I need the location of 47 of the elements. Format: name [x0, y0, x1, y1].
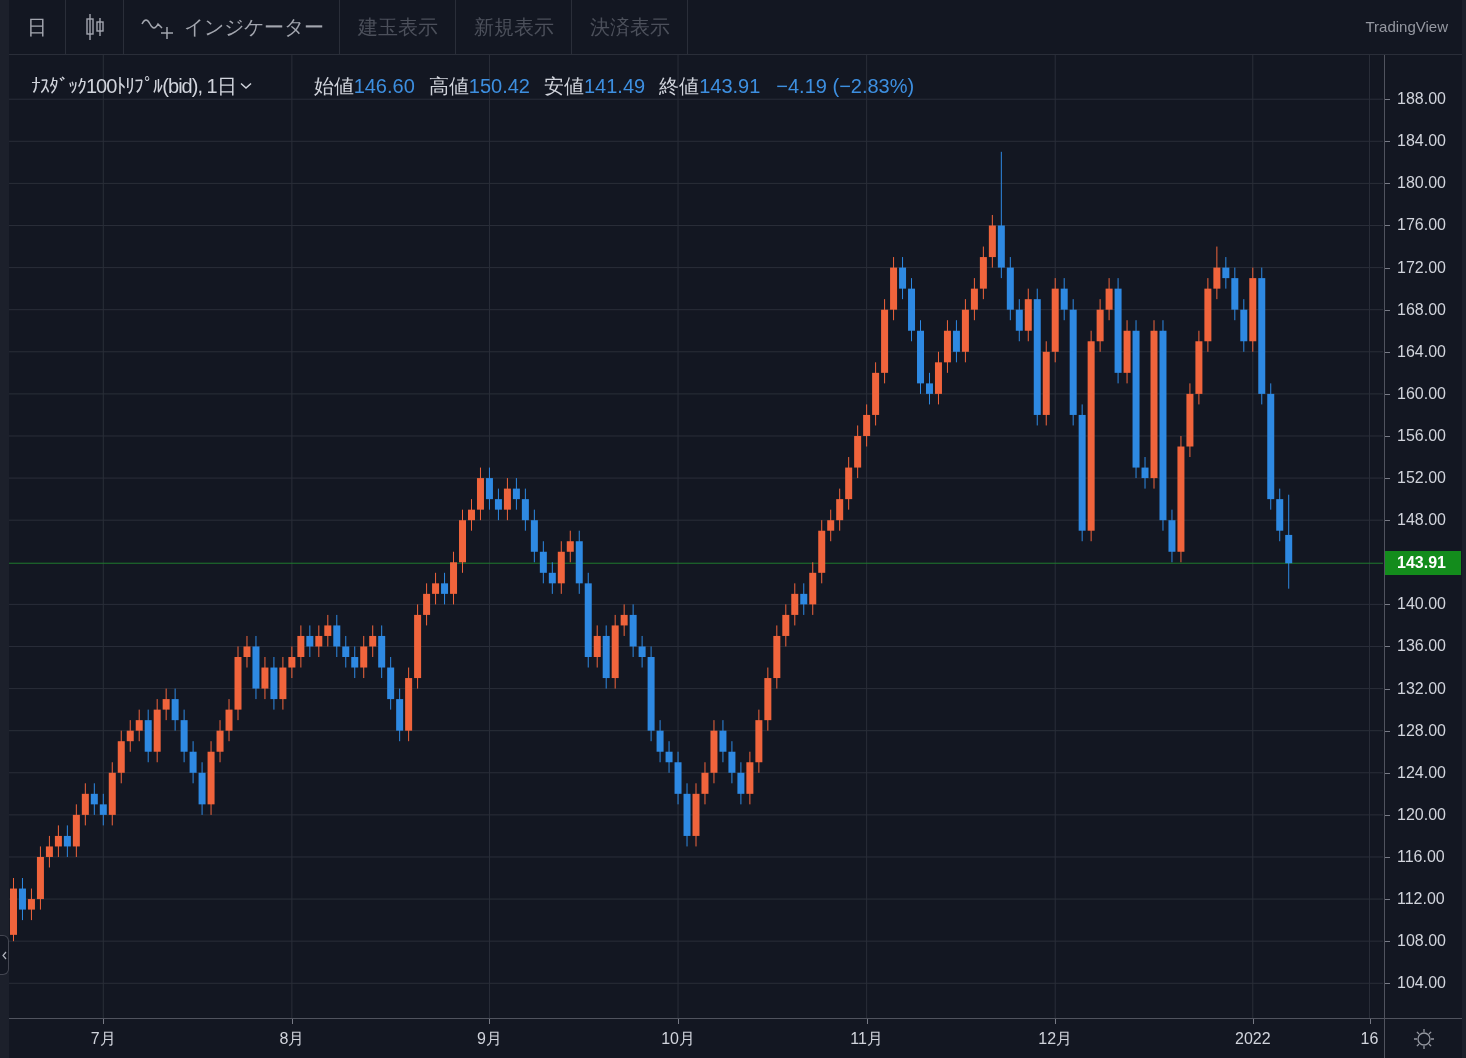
- price-label: 120.00: [1397, 805, 1446, 824]
- price-label: 136.00: [1397, 637, 1446, 656]
- ohlc-value: 141.49: [583, 74, 646, 99]
- price-label: 128.00: [1397, 721, 1446, 740]
- symbol-selector[interactable]: ﾅｽﾀﾞｯｸ100ﾄﾘﾌﾟﾙ(bid), 1日: [31, 71, 252, 101]
- price-label: 152.00: [1397, 469, 1446, 488]
- price-label: 156.00: [1397, 427, 1446, 445]
- chevron-left-icon: [1, 950, 7, 960]
- ohlc-value: 150.42: [468, 74, 530, 99]
- price-label: 108.00: [1397, 932, 1446, 951]
- time-label: 7月: [90, 1029, 116, 1049]
- price-label: 124.00: [1397, 763, 1446, 782]
- indicators-button[interactable]: インジケーター: [124, 0, 340, 54]
- last-price-badge: 143.91: [1385, 551, 1461, 576]
- price-label: 168.00: [1397, 300, 1446, 319]
- time-label: 10月: [661, 1029, 695, 1049]
- price-label: 104.00: [1397, 974, 1446, 993]
- time-label: 8月: [279, 1029, 305, 1049]
- time-label: 2022: [1235, 1029, 1271, 1049]
- chevron-down-icon: [239, 82, 252, 90]
- time-label: 12月: [1038, 1029, 1073, 1049]
- ohlc-value: 143.91: [699, 74, 761, 99]
- price-label: 116.00: [1397, 847, 1445, 866]
- price-label: 180.00: [1397, 174, 1446, 193]
- price-label: 184.00: [1397, 132, 1446, 151]
- time-label: 11月: [850, 1029, 883, 1049]
- price-label: 188.00: [1397, 90, 1446, 109]
- brand-logo[interactable]: TradingView: [1365, 15, 1448, 39]
- price-label: 132.00: [1397, 679, 1446, 698]
- time-label: 9月: [477, 1029, 502, 1049]
- price-change: −4.19 (−2.83%): [776, 74, 915, 99]
- interval-button[interactable]: 日: [9, 0, 66, 54]
- price-label: 112.00: [1397, 890, 1445, 909]
- ohlc-value: 146.60: [353, 74, 415, 99]
- candlestick-icon: [83, 13, 106, 41]
- time-label: 16: [1360, 1029, 1379, 1049]
- price-label: 140.00: [1397, 595, 1446, 614]
- price-label: 148.00: [1397, 511, 1446, 530]
- ohlc-label: 始値: [313, 74, 354, 99]
- price-label: 172.00: [1397, 258, 1446, 277]
- ohlc-label: 安値: [543, 74, 584, 99]
- price-label: 160.00: [1397, 384, 1446, 403]
- settings-icon[interactable]: [1411, 1026, 1436, 1051]
- ohlc-label: 高値: [428, 74, 469, 99]
- price-label: 164.00: [1397, 342, 1446, 361]
- ohlc-label: 終値: [659, 74, 700, 99]
- price-label: 176.00: [1397, 216, 1446, 235]
